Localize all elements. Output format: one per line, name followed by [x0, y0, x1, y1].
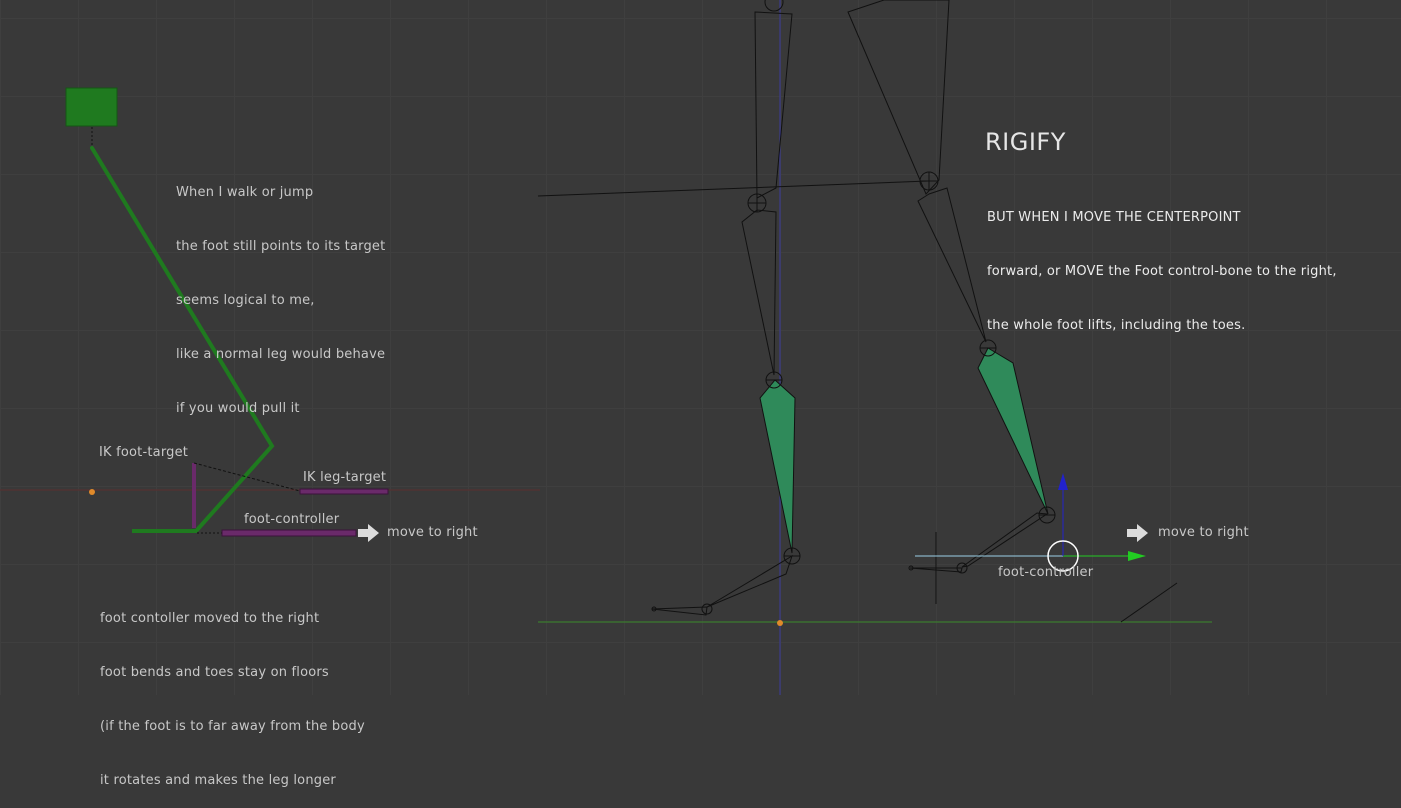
gizmo-x-arrow-icon: [1128, 551, 1146, 561]
note-bottom: foot contoller moved to the right foot b…: [100, 574, 365, 808]
note-top-line: When I walk or jump: [176, 185, 314, 200]
note-top: When I walk or jump the foot still point…: [176, 148, 385, 436]
ik-foot-target-label: IK foot-target: [99, 445, 189, 460]
left-shin-bone: [759, 379, 796, 554]
foot-controller-bone: [221, 529, 357, 537]
rigify-note-line: forward, or MOVE the Foot control-bone t…: [987, 264, 1337, 279]
rigify-note: BUT WHEN I MOVE THE CENTERPOINT forward,…: [987, 173, 1337, 353]
move-right-label: move to right: [387, 525, 478, 540]
move-right-label: move to right: [1158, 525, 1249, 540]
left-leg-bones: [741, 0, 987, 376]
hip-line: [537, 180, 929, 197]
right-shin-bone: [977, 347, 1049, 515]
note-bottom-line: foot bends and toes stay on floors: [100, 665, 329, 680]
note-top-line: if you would pull it: [176, 401, 300, 416]
right-origin-dot: [777, 620, 783, 626]
gizmo-y-arrow-icon: [1058, 473, 1068, 490]
rigify-note-line: BUT WHEN I MOVE THE CENTERPOINT: [987, 210, 1241, 225]
floor-tick: [1120, 582, 1178, 623]
left-origin-dot: [89, 489, 95, 495]
left-move-arrow-icon: [358, 524, 379, 542]
rigify-title: RIGIFY: [985, 128, 1066, 156]
foot-controller-label: foot-controller: [244, 512, 340, 527]
left-foot-bone: [706, 554, 793, 608]
ik-leg-target-bone: [299, 488, 389, 495]
foot-controller-label: foot-controller: [998, 565, 1094, 580]
note-bottom-line: it rotates and makes the leg longer: [100, 773, 336, 788]
ik-leg-target-label: IK leg-target: [303, 470, 387, 485]
right-foot-bone: [961, 512, 1049, 568]
right-move-arrow-icon: [1127, 524, 1148, 542]
rigify-note-line: the whole foot lifts, including the toes…: [987, 318, 1246, 333]
note-top-line: the foot still points to its target: [176, 239, 386, 254]
note-top-line: seems logical to me,: [176, 293, 315, 308]
note-bottom-line: foot contoller moved to the right: [100, 611, 320, 626]
note-bottom-line: (if the foot is to far away from the bod…: [100, 719, 365, 734]
target-box: [65, 87, 118, 127]
left-toe-bone: [651, 606, 708, 616]
note-top-line: like a normal leg would behave: [176, 347, 386, 362]
